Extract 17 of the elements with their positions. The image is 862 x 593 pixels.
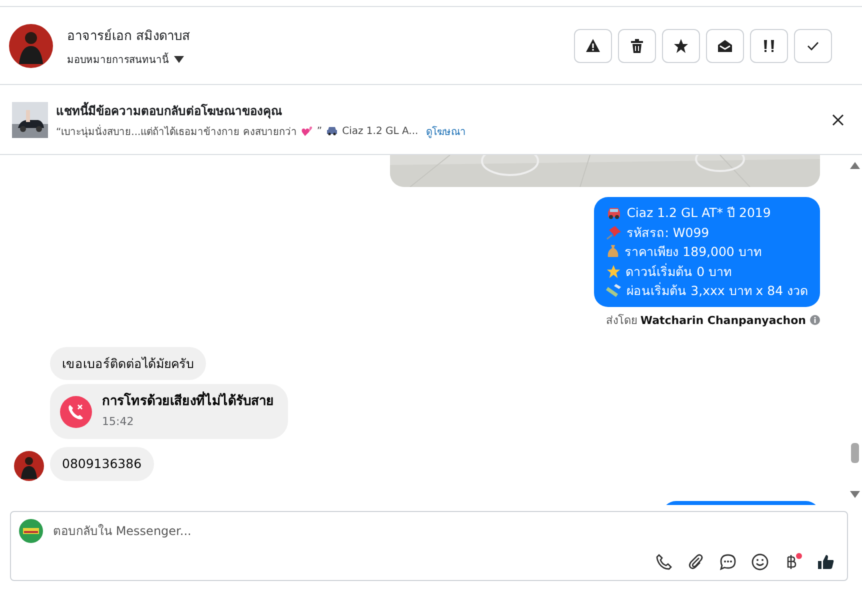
ad-reply-title: แชทนี้มีข้อความตอบกลับต่อโฆษณาของคุณ: [56, 100, 283, 120]
message-text: ผ่อนเริ่มต้น 3,xxx บาท x 84 งวด: [626, 281, 808, 300]
sent-by-label: ส่งโดย Watcharin Chanpanyachon: [606, 312, 806, 328]
ad-quote: “เบาะนุ่มนั่งสบาย...แต่ถ้าได้เธอมาข้างกาย คงสบายกว่า: [56, 124, 297, 138]
message-text: รหัสรถ: W099: [626, 224, 710, 242]
message-text: ดาวน์เริ่มต้น 0 บาท: [626, 262, 732, 280]
message-text: Ciaz 1.2 GL AT* ปี 2019: [626, 204, 771, 222]
ad-name: Ciaz 1.2 GL A...: [342, 126, 418, 136]
message-text: 0809136386: [62, 455, 142, 473]
ad-quote-end: ”: [316, 126, 322, 136]
call-title: การโทรด้วยเสียงที่ไม่ได้รับสาย: [102, 392, 274, 412]
message-text: ราคาเพียง 189,000 บาท: [624, 243, 762, 261]
assign-dropdown[interactable]: มอบหมายการสนทนานี้: [67, 52, 560, 66]
message-text: เขอเบอร์ติดต่อได้มัยครับ: [62, 354, 194, 372]
call-time: 15:42: [102, 414, 135, 430]
contact-name: อาจารย์เอก สมิงดาบส: [67, 28, 192, 46]
view-ad-link[interactable]: ดูโฆษณา: [426, 124, 466, 138]
